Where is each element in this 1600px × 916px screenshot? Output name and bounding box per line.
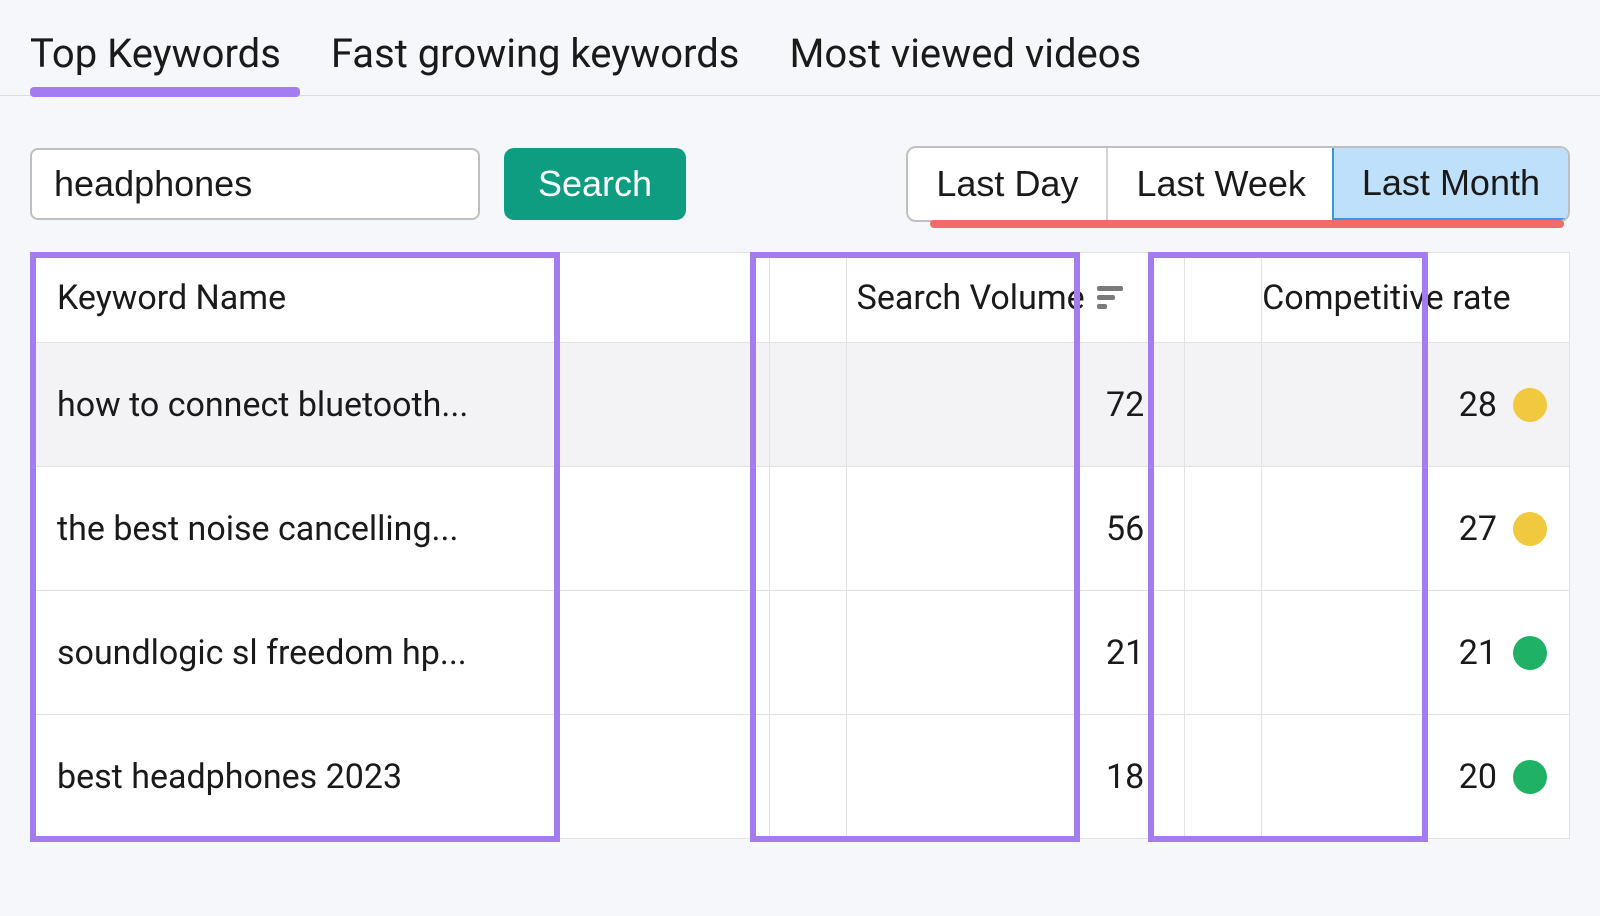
header-volume-label: Search Volume	[857, 278, 1085, 318]
cell-volume: 18	[846, 715, 1185, 839]
header-spacer2	[1185, 253, 1262, 343]
rate-dot-icon	[1513, 388, 1547, 422]
cell-keyword: the best noise cancelling...	[31, 467, 770, 591]
rate-dot-icon	[1513, 512, 1547, 546]
cell-keyword: soundlogic sl freedom hp...	[31, 591, 770, 715]
tabs-bar: Top Keywords Fast growing keywords Most …	[0, 0, 1600, 96]
cell-rate: 20	[1262, 715, 1570, 839]
rate-dot-icon	[1513, 760, 1547, 794]
cell-rate: 28	[1262, 343, 1570, 467]
date-range-toggle: Last Day Last Week Last Month	[906, 146, 1570, 222]
sort-desc-icon	[1097, 286, 1123, 309]
tab-fast-growing[interactable]: Fast growing keywords	[331, 30, 740, 95]
rate-value: 28	[1459, 385, 1497, 425]
results-table-wrap: Keyword Name Search Volume Competitive r…	[30, 252, 1570, 839]
tab-most-viewed[interactable]: Most viewed videos	[789, 30, 1141, 95]
table-header-row: Keyword Name Search Volume Competitive r…	[31, 253, 1570, 343]
cell-rate: 27	[1262, 467, 1570, 591]
table-row[interactable]: the best noise cancelling... 56 27	[31, 467, 1570, 591]
rate-value: 20	[1459, 757, 1497, 797]
results-table: Keyword Name Search Volume Competitive r…	[30, 252, 1570, 839]
range-last-day[interactable]: Last Day	[908, 148, 1106, 220]
cell-volume: 21	[846, 591, 1185, 715]
rate-value: 21	[1459, 633, 1497, 673]
tab-top-keywords[interactable]: Top Keywords	[30, 30, 281, 95]
cell-rate: 21	[1262, 591, 1570, 715]
annotation-underline	[930, 220, 1564, 228]
table-row[interactable]: how to connect bluetooth... 72 28	[31, 343, 1570, 467]
header-keyword[interactable]: Keyword Name	[31, 253, 770, 343]
range-last-week[interactable]: Last Week	[1106, 148, 1333, 220]
cell-keyword: best headphones 2023	[31, 715, 770, 839]
cell-volume: 72	[846, 343, 1185, 467]
header-rate[interactable]: Competitive rate	[1262, 253, 1570, 343]
cell-keyword: how to connect bluetooth...	[31, 343, 770, 467]
header-volume[interactable]: Search Volume	[846, 253, 1185, 343]
header-spacer	[769, 253, 846, 343]
search-input[interactable]	[30, 148, 480, 220]
table-row[interactable]: best headphones 2023 18 20	[31, 715, 1570, 839]
rate-value: 27	[1459, 509, 1497, 549]
table-row[interactable]: soundlogic sl freedom hp... 21 21	[31, 591, 1570, 715]
controls-row: Search Last Day Last Week Last Month	[0, 96, 1600, 242]
rate-dot-icon	[1513, 636, 1547, 670]
range-last-month[interactable]: Last Month	[1332, 146, 1570, 220]
search-button[interactable]: Search	[504, 148, 686, 220]
cell-volume: 56	[846, 467, 1185, 591]
